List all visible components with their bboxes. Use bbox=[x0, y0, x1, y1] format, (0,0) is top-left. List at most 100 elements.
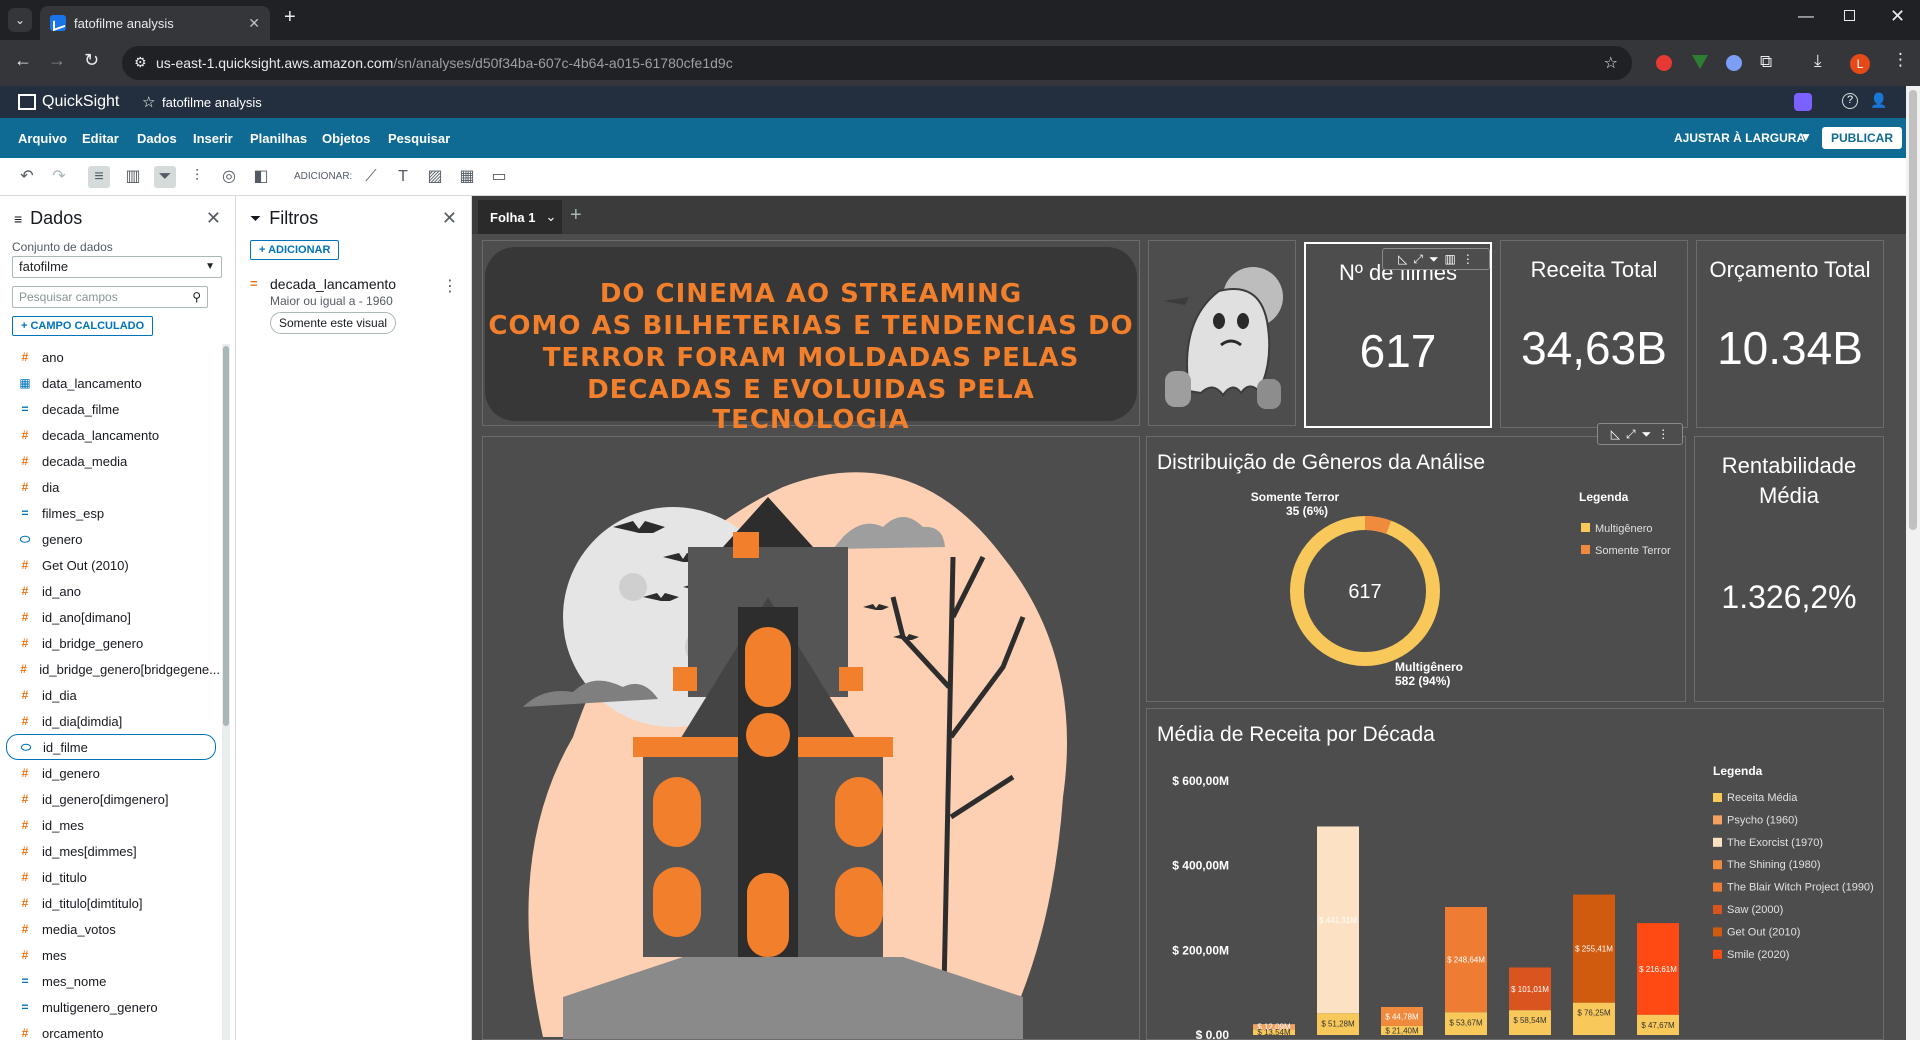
browser-tab[interactable]: fatofilme analysis ✕ bbox=[40, 6, 270, 40]
data-panel-icon[interactable]: ≡ bbox=[88, 166, 110, 188]
favorite-star-icon[interactable]: ☆ bbox=[142, 93, 155, 111]
legend-item[interactable]: Smile (2020) bbox=[1727, 949, 1789, 961]
forward-icon[interactable]: → bbox=[48, 50, 66, 71]
insights-icon[interactable]: ◎ bbox=[218, 166, 240, 188]
donut-chart[interactable]: 617 Somente Terror 35 (6%) Multigênero 5… bbox=[1147, 437, 1687, 703]
fit-width-dropdown[interactable]: AJUSTAR À LARGURA bbox=[1674, 131, 1805, 145]
extension-green-icon[interactable] bbox=[1692, 55, 1708, 69]
calculated-field-button[interactable]: + CAMPO CALCULADO bbox=[12, 316, 154, 336]
field-item[interactable]: # id_ano[dimano] bbox=[0, 604, 220, 630]
redo-icon[interactable]: ↷ bbox=[48, 166, 70, 188]
window-close-icon[interactable]: ✕ bbox=[1890, 6, 1905, 27]
field-item[interactable]: # id_dia bbox=[0, 682, 220, 708]
user-icon[interactable]: 👤 bbox=[1870, 92, 1887, 109]
quicksight-logo-icon[interactable] bbox=[18, 94, 36, 110]
legend-item[interactable]: The Blair Witch Project (1990) bbox=[1727, 882, 1874, 894]
field-item[interactable]: # Get Out (2010) bbox=[0, 552, 220, 578]
field-item[interactable]: # orcamento bbox=[0, 1020, 220, 1040]
add-control-icon[interactable]: ▭ bbox=[488, 166, 510, 188]
filter-icon[interactable]: ⏷ bbox=[1642, 427, 1652, 442]
themes-icon[interactable]: ◧ bbox=[250, 166, 272, 188]
legend-item[interactable]: Get Out (2010) bbox=[1727, 926, 1800, 938]
field-item[interactable]: # media_votos bbox=[0, 916, 220, 942]
chevron-down-icon[interactable]: ⌄ bbox=[546, 209, 557, 225]
title-banner-card[interactable]: DO CINEMA AO STREAMING COMO AS BILHETERI… bbox=[482, 240, 1140, 435]
layout-icon[interactable]: ▥ bbox=[1445, 252, 1456, 266]
publish-button[interactable]: PUBLICAR bbox=[1822, 127, 1902, 149]
field-item[interactable]: # id_ano bbox=[0, 578, 220, 604]
q-assistant-icon[interactable] bbox=[1794, 93, 1812, 111]
menu-planilhas[interactable]: Planilhas bbox=[250, 131, 307, 146]
legend-item-somente-terror[interactable]: Somente Terror bbox=[1595, 545, 1671, 557]
close-icon[interactable]: ✕ bbox=[442, 208, 457, 229]
legend-item[interactable]: The Shining (1980) bbox=[1727, 859, 1821, 871]
expand-icon[interactable]: ⤢ bbox=[1413, 252, 1423, 267]
field-item[interactable]: ▦ data_lancamento bbox=[0, 370, 220, 396]
bar-segment-base[interactable] bbox=[1573, 1002, 1615, 1035]
sheet-tab[interactable]: Folha 1 ⌄ bbox=[478, 200, 562, 234]
new-tab-button[interactable]: + bbox=[284, 6, 296, 29]
bar-chart-card[interactable]: Média de Receita por Década $ 600,00M $ 4… bbox=[1146, 708, 1884, 1040]
add-visual-icon[interactable]: ⟋ bbox=[360, 166, 382, 188]
ghost-image-card[interactable] bbox=[1148, 240, 1296, 426]
add-insight-icon[interactable]: ▦ bbox=[456, 166, 478, 188]
menu-dados[interactable]: Dados bbox=[137, 131, 177, 146]
kpi-card-revenue[interactable]: Receita Total 34,63B bbox=[1500, 240, 1688, 428]
field-item[interactable]: = multigenero_genero bbox=[0, 994, 220, 1020]
profile-avatar[interactable]: L bbox=[1850, 54, 1870, 74]
extensions-puzzle-icon[interactable]: ⧉ bbox=[1760, 52, 1772, 72]
field-item[interactable]: = decada_filme bbox=[0, 396, 220, 422]
field-item[interactable]: ⬭ id_filme bbox=[6, 734, 216, 760]
legend-item[interactable]: Saw (2000) bbox=[1727, 904, 1783, 916]
search-fields-input[interactable]: Pesquisar campos ⚲ bbox=[12, 286, 208, 308]
back-icon[interactable]: ← bbox=[14, 50, 32, 71]
undo-icon[interactable]: ↶ bbox=[16, 166, 38, 188]
scrollbar-thumb[interactable] bbox=[223, 346, 229, 726]
analysis-name[interactable]: fatofilme analysis bbox=[162, 95, 262, 110]
help-icon[interactable]: ? bbox=[1842, 93, 1858, 109]
filter-icon[interactable]: ⏷ bbox=[1429, 252, 1439, 267]
legend-item[interactable]: The Exorcist (1970) bbox=[1727, 837, 1823, 849]
field-item[interactable]: # id_genero bbox=[0, 760, 220, 786]
menu-editar[interactable]: Editar bbox=[82, 131, 119, 146]
address-bar[interactable]: ⚙ us-east-1.quicksight.aws.amazon.com/sn… bbox=[122, 46, 1632, 80]
field-item[interactable]: # dia bbox=[0, 474, 220, 500]
tab-close-icon[interactable]: ✕ bbox=[248, 15, 260, 32]
field-item[interactable]: # decada_media bbox=[0, 448, 220, 474]
visuals-icon[interactable]: ▥ bbox=[122, 166, 144, 188]
format-visual-icon[interactable]: ◺ bbox=[1611, 427, 1620, 441]
legend-item[interactable]: Receita Média bbox=[1727, 792, 1798, 804]
filter-icon[interactable]: ⏷ bbox=[154, 166, 176, 188]
menu-pesquisar[interactable]: Pesquisar bbox=[388, 131, 450, 146]
field-item[interactable]: # id_titulo bbox=[0, 864, 220, 890]
browser-menu-icon[interactable]: ⋮ bbox=[1892, 50, 1909, 70]
menu-objetos[interactable]: Objetos bbox=[322, 131, 370, 146]
field-item[interactable]: # ano bbox=[0, 344, 220, 370]
field-item[interactable]: # id_bridge_genero[bridgegene... bbox=[0, 656, 220, 682]
more-options-icon[interactable]: ⋮ bbox=[1462, 252, 1474, 266]
format-visual-icon[interactable]: ◺ bbox=[1398, 252, 1407, 266]
close-icon[interactable]: ✕ bbox=[206, 208, 221, 229]
legend-item-multigenero[interactable]: Multigênero bbox=[1595, 523, 1652, 535]
field-item[interactable]: # id_genero[dimgenero] bbox=[0, 786, 220, 812]
kpi-card-rentabilidade[interactable]: Rentabilidade Média 1.326,2% bbox=[1694, 436, 1884, 702]
field-item[interactable]: # id_bridge_genero bbox=[0, 630, 220, 656]
menu-inserir[interactable]: Inserir bbox=[193, 131, 233, 146]
field-item[interactable]: # id_titulo[dimtitulo] bbox=[0, 890, 220, 916]
parameters-icon[interactable]: ⫶ bbox=[186, 166, 208, 188]
field-item[interactable]: # mes bbox=[0, 942, 220, 968]
extension-red-icon[interactable] bbox=[1656, 55, 1672, 71]
add-sheet-button[interactable]: + bbox=[570, 204, 582, 227]
donut-chart-card[interactable]: Distribuição de Gêneros da Análise 617 S… bbox=[1146, 423, 1687, 703]
field-item[interactable]: # id_mes[dimmes] bbox=[0, 838, 220, 864]
kpi-card-budget[interactable]: Orçamento Total 10.34B bbox=[1696, 240, 1884, 428]
add-image-icon[interactable]: ▨ bbox=[424, 166, 446, 188]
legend-item[interactable]: Psycho (1960) bbox=[1727, 814, 1798, 826]
kpi-card-films[interactable]: Nº de filmes 617 ◺ ⤢ ⏷ ▥ ⋮ bbox=[1304, 242, 1492, 428]
filter-item[interactable]: = decada_lancamento ⋮ Maior ou igual a -… bbox=[246, 276, 462, 346]
window-minimize-icon[interactable]: — bbox=[1798, 8, 1814, 26]
add-filter-button[interactable]: + ADICIONAR bbox=[250, 240, 340, 260]
field-list-scrollbar[interactable] bbox=[222, 344, 230, 1040]
field-item[interactable]: # id_dia[dimdia] bbox=[0, 708, 220, 734]
extension-blue-icon[interactable] bbox=[1726, 55, 1742, 71]
